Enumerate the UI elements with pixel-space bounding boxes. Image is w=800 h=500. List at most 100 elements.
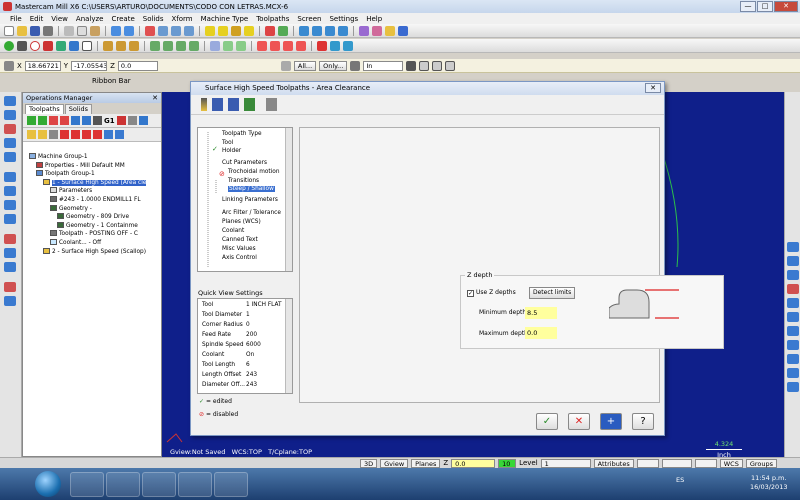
tool-icon[interactable] — [201, 98, 207, 111]
use-z-depths-checkbox[interactable]: ✓ Use Z depths — [467, 289, 516, 297]
right-tool-icon[interactable] — [787, 340, 799, 350]
point-style-select[interactable] — [636, 458, 659, 468]
break-icon[interactable] — [116, 40, 126, 51]
line-width-select[interactable] — [694, 458, 717, 468]
left-tool-icon[interactable] — [4, 200, 16, 210]
left-tool-icon[interactable] — [4, 296, 16, 306]
scale-icon[interactable] — [176, 40, 186, 51]
left-tool-icon[interactable] — [4, 186, 16, 196]
delete-all-icon[interactable] — [127, 116, 137, 125]
parameter-tree-item[interactable]: Trochoidal motion — [228, 169, 280, 175]
taskbar-app-mastercam[interactable] — [178, 472, 212, 497]
menu-machine-type[interactable]: Machine Type — [201, 15, 249, 23]
toggle-post-icon[interactable] — [49, 130, 58, 139]
wcs-button[interactable]: WCS — [719, 458, 743, 468]
contour-toolpath-icon[interactable] — [257, 40, 267, 51]
left-tool-icon[interactable] — [4, 282, 16, 292]
menu-view[interactable]: View — [51, 15, 68, 23]
extrude-icon[interactable] — [236, 40, 246, 51]
z-coordinate-field[interactable]: 0.0 — [117, 60, 158, 71]
tree-node[interactable]: #243 - 1.0000 ENDMILL1 FL — [29, 195, 163, 205]
tab-toolpaths[interactable]: Toolpaths — [25, 104, 64, 114]
taskbar-clock[interactable]: 11:54 p.m. 16/03/2013 — [750, 474, 787, 492]
solid-icon[interactable] — [223, 40, 233, 51]
left-tool-icon[interactable] — [4, 152, 16, 162]
color-field[interactable]: 10 — [498, 458, 517, 468]
quick-view-scrollbar[interactable] — [285, 299, 292, 393]
load-defaults-icon[interactable] — [228, 98, 239, 111]
parameter-tree-item[interactable]: Misc Values — [222, 246, 256, 252]
front-view-icon[interactable] — [312, 25, 322, 36]
tree-node[interactable]: Toolpath - POSTING OFF - C — [29, 230, 163, 239]
repaint-icon[interactable] — [265, 25, 275, 36]
regenerate-icon[interactable] — [49, 116, 58, 125]
filter-icon[interactable] — [385, 25, 395, 36]
left-tool-icon[interactable] — [4, 214, 16, 224]
move-up-icon[interactable] — [71, 130, 80, 139]
rotate-icon[interactable] — [163, 40, 173, 51]
ok-button[interactable]: ✓ — [536, 413, 558, 430]
select-dirty-ops-icon[interactable] — [38, 116, 47, 125]
min-depth-field[interactable]: 8.5 — [525, 307, 557, 319]
dialog-close-button[interactable]: ✕ — [645, 83, 661, 93]
left-tool-icon[interactable] — [4, 124, 16, 134]
window-select-icon[interactable] — [419, 60, 430, 71]
parameter-tree-item[interactable]: Linking Parameters — [222, 197, 278, 203]
start-button[interactable] — [35, 471, 61, 497]
gview-button[interactable]: Gview — [380, 458, 409, 468]
menu-xform[interactable]: Xform — [171, 15, 192, 23]
cancel-button[interactable]: ✕ — [568, 413, 590, 430]
undo-icon[interactable] — [111, 25, 121, 36]
highfeed-icon[interactable] — [116, 116, 126, 125]
taskbar-app-media[interactable] — [106, 472, 140, 497]
help-button[interactable]: ? — [632, 413, 654, 430]
line-icon[interactable] — [17, 40, 27, 51]
help-icon[interactable] — [398, 25, 408, 36]
zoom-out-icon[interactable] — [171, 25, 181, 36]
scroll-arrow-icon[interactable] — [93, 130, 102, 139]
right-tool-icon[interactable] — [787, 382, 799, 392]
y-coordinate-field[interactable]: -17.05543 — [71, 60, 108, 71]
menu-file[interactable]: File — [10, 15, 22, 23]
groups-button[interactable]: Groups — [745, 458, 778, 468]
zoom-fit-icon[interactable] — [145, 25, 155, 36]
view-3d-button[interactable]: 3D — [360, 458, 378, 468]
right-tool-icon[interactable] — [787, 298, 799, 308]
planes-button[interactable]: Planes — [411, 458, 441, 468]
parameter-tree-item[interactable]: Steep / Shallow — [228, 186, 275, 192]
taskbar-app-word[interactable] — [214, 472, 248, 497]
menu-solids[interactable]: Solids — [143, 15, 164, 23]
translate-icon[interactable] — [189, 40, 199, 51]
mirror-icon[interactable] — [150, 40, 160, 51]
minimize-button[interactable]: — — [740, 1, 756, 12]
iso-view-icon[interactable] — [338, 25, 348, 36]
parameter-tree-item[interactable]: Cut Parameters — [222, 160, 267, 166]
fillet-icon[interactable] — [56, 40, 66, 51]
right-tool-icon[interactable] — [787, 368, 799, 378]
insert-arrow-icon[interactable] — [82, 130, 91, 139]
left-tool-icon[interactable] — [4, 110, 16, 120]
open-icon[interactable] — [17, 25, 27, 36]
taskbar-app-explorer[interactable] — [70, 472, 104, 497]
help-ops-icon[interactable] — [138, 116, 148, 125]
menu-screen[interactable]: Screen — [297, 15, 321, 23]
left-tool-icon[interactable] — [4, 234, 16, 244]
wireframe-icon[interactable] — [218, 25, 228, 36]
parameter-tree-item[interactable]: Toolpath Type — [222, 131, 262, 137]
point-icon[interactable] — [4, 40, 14, 51]
left-tool-icon[interactable] — [4, 262, 16, 272]
right-tool-icon[interactable] — [787, 326, 799, 336]
toggle-display-icon[interactable] — [38, 130, 47, 139]
menu-edit[interactable]: Edit — [30, 15, 44, 23]
right-tool-icon[interactable] — [787, 256, 799, 266]
parameter-tree-item[interactable]: Planes (WCS) — [222, 219, 261, 225]
save-defaults-icon[interactable] — [212, 98, 223, 111]
tree-scrollbar[interactable] — [285, 128, 292, 271]
parameter-tree-item[interactable]: Canned Text — [222, 237, 258, 243]
save-icon[interactable] — [30, 25, 40, 36]
analyze-icon[interactable] — [278, 25, 288, 36]
join-icon[interactable] — [129, 40, 139, 51]
left-tool-icon[interactable] — [4, 248, 16, 258]
close-button[interactable]: ✕ — [774, 1, 798, 12]
line-style-select[interactable] — [661, 458, 692, 468]
